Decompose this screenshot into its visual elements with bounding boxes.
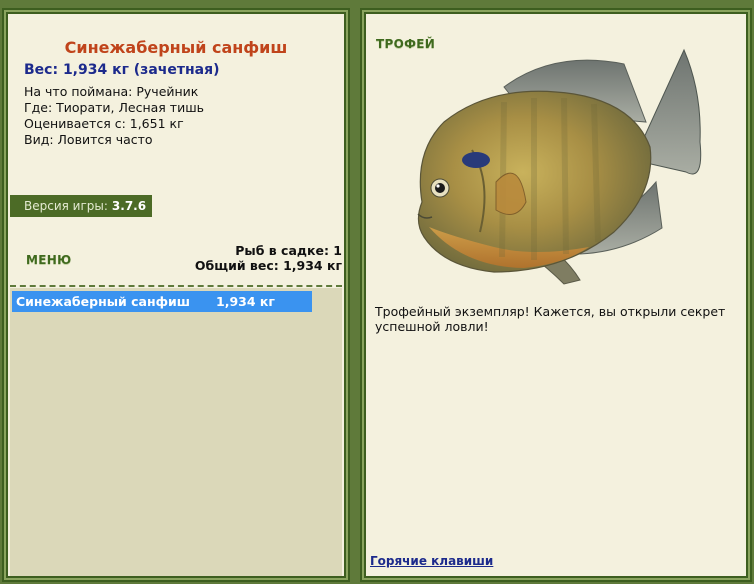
version-label: Версия игры:	[24, 199, 108, 213]
right-panel: ТРОФЕЙ Трофейный экземпляр! Кажется, вы …	[360, 8, 752, 582]
total-weight: Общий вес: 1,934 кг	[194, 258, 342, 273]
hotkeys-link[interactable]: Горячие клавиши	[370, 554, 493, 568]
fish-in-net: Рыб в садке: 1	[235, 243, 342, 258]
fish-info: На что поймана: Ручейник Где: Тиорати, Л…	[24, 84, 204, 148]
left-panel: Синежаберный санфиш Вес: 1,934 кг (зачет…	[2, 8, 350, 582]
caught-on-text: На что поймана: Ручейник	[24, 84, 199, 99]
valued-from-text: Оценивается с: 1,651 кг	[24, 116, 184, 131]
list-item-name: Синежаберный санфиш	[16, 294, 191, 309]
catch-list: Синежаберный санфиш 1,934 кг	[10, 288, 342, 576]
fish-image	[417, 48, 702, 285]
trophy-label: ТРОФЕЙ	[376, 37, 436, 51]
location-text: Где: Тиорати, Лесная тишь	[24, 100, 204, 115]
list-item[interactable]: Синежаберный санфиш 1,934 кг	[12, 291, 312, 312]
version-bar: Версия игры: 3.7.6	[10, 195, 152, 217]
fish-title: Синежаберный санфиш	[64, 38, 288, 57]
catch-stats: Рыб в садке: 1 Общий вес: 1,934 кг	[195, 243, 342, 273]
frequency-text: Вид: Ловится часто	[24, 132, 153, 147]
fish-weight: Вес: 1,934 кг (зачетная)	[24, 62, 220, 78]
menu-button[interactable]: МЕНЮ	[26, 253, 71, 267]
divider	[10, 285, 342, 287]
version-value: 3.7.6	[111, 199, 147, 213]
trophy-text: Трофейный экземпляр! Кажется, вы открыли…	[375, 304, 726, 334]
list-item-weight: 1,934 кг	[216, 294, 275, 309]
